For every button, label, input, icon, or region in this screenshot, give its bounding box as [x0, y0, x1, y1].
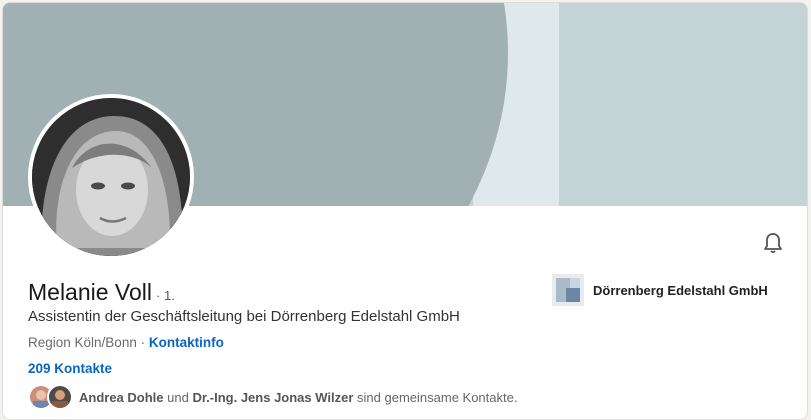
company-logo [552, 274, 584, 306]
avatar-photo [32, 98, 190, 256]
location-row: Region Köln/Bonn · Kontaktinfo [28, 335, 224, 350]
connections-link[interactable]: 209 Kontakte [28, 361, 112, 376]
connection-degree: · 1. [156, 288, 175, 303]
mutual-avatar-2 [47, 384, 73, 410]
profile-card: Melanie Voll · 1. Assistentin der Geschä… [2, 2, 808, 420]
mutual-connections[interactable]: Andrea Dohle und Dr.-Ing. Jens Jonas Wil… [28, 384, 517, 410]
company-name: Dörrenberg Edelstahl GmbH [593, 282, 768, 298]
mutual-person-2[interactable]: Dr.-Ing. Jens Jonas Wilzer [192, 390, 353, 405]
contact-info-link[interactable]: Kontaktinfo [149, 335, 224, 350]
profile-name: Melanie Voll [28, 279, 153, 305]
name-row: Melanie Voll · 1. [28, 279, 175, 306]
location-separator: · [136, 335, 149, 350]
profile-headline: Assistentin der Geschäftsleitung bei Dör… [28, 308, 460, 325]
mutual-conjunction: und [163, 389, 193, 405]
mutual-person-1[interactable]: Andrea Dohle [79, 390, 164, 405]
location-text: Region Köln/Bonn [28, 335, 137, 350]
mutual-text: Andrea Dohle und Dr.-Ing. Jens Jonas Wil… [79, 390, 517, 405]
bell-icon[interactable] [761, 231, 785, 255]
profile-avatar[interactable] [28, 94, 194, 260]
mutual-suffix: sind gemeinsame Kontakte. [353, 389, 518, 405]
current-company[interactable]: Dörrenberg Edelstahl GmbH [552, 274, 768, 306]
